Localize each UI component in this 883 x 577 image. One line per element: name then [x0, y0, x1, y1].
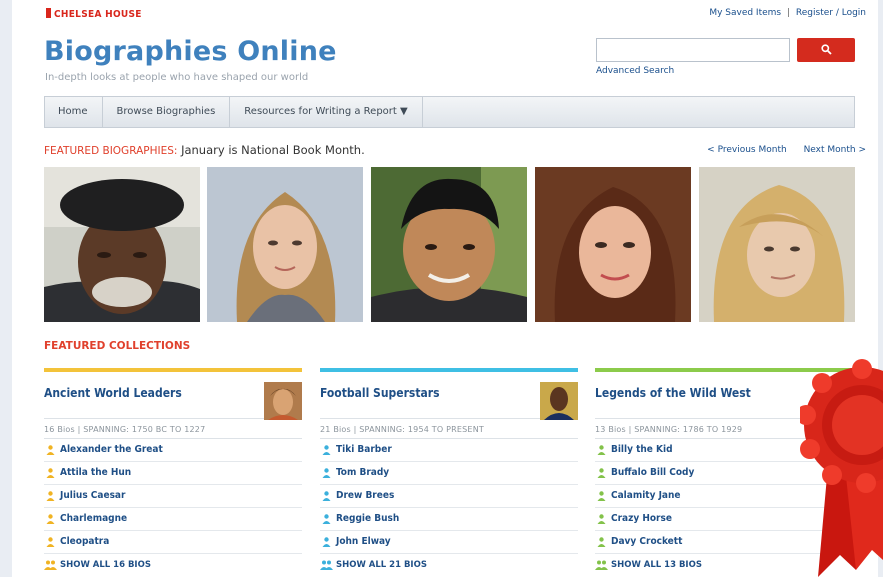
show-all-link[interactable]: SHOW ALL 21 BIOS — [320, 554, 578, 576]
page: CHELSEA HOUSE My Saved Items | Register … — [12, 0, 878, 577]
person-icon — [597, 514, 606, 524]
nav-resources-dropdown[interactable]: Resources for Writing a Report ▼ — [230, 97, 423, 127]
featured-photo-1[interactable] — [44, 167, 200, 322]
publisher-name: CHELSEA HOUSE — [54, 9, 142, 20]
collection-title[interactable]: Legends of the Wild West — [595, 386, 751, 400]
people-icon — [44, 560, 57, 570]
person-icon — [597, 445, 606, 455]
featured-photo-3[interactable] — [371, 167, 527, 322]
featured-photo-4[interactable] — [535, 167, 691, 322]
show-all-label: SHOW ALL 16 BIOS — [60, 560, 151, 570]
portrait-image — [535, 167, 691, 322]
list-item[interactable]: Alexander the Great — [44, 439, 302, 462]
list-item-label: John Elway — [336, 536, 391, 547]
person-icon — [322, 537, 331, 547]
list-item-label: Reggie Bush — [336, 513, 400, 524]
featured-title: January is National Book Month. — [181, 143, 365, 157]
portrait-image — [44, 167, 200, 322]
featured-label: FEATURED BIOGRAPHIES: — [44, 145, 178, 157]
collection-thumbnail[interactable] — [540, 382, 578, 420]
list-item[interactable]: Charlemagne — [44, 508, 302, 531]
list-item-label: Tom Brady — [336, 467, 390, 478]
people-icon — [595, 560, 608, 570]
list-item-label: Attila the Hun — [60, 467, 132, 478]
person-icon — [46, 537, 55, 547]
person-icon — [597, 491, 606, 501]
featured-photo-5[interactable] — [699, 167, 855, 322]
award-ribbon-icon — [800, 359, 883, 577]
list-item-label: Cleopatra — [60, 536, 110, 547]
top-links: My Saved Items | Register / Login — [709, 8, 866, 18]
collection-thumbnail-image — [540, 382, 578, 420]
main-nav: Home Browse Biographies Resources for Wr… — [44, 96, 855, 128]
list-item[interactable]: Attila the Hun — [44, 462, 302, 485]
site-subtitle: In-depth looks at people who have shaped… — [45, 72, 309, 83]
person-icon — [46, 514, 55, 524]
person-icon — [322, 468, 331, 478]
register-login-link[interactable]: Register / Login — [796, 8, 866, 18]
next-month-link[interactable]: Next Month > — [804, 145, 866, 155]
list-item-label: Crazy Horse — [611, 513, 672, 524]
list-item-label: Charlemagne — [60, 513, 128, 524]
person-icon — [322, 514, 331, 524]
list-item-label: Buffalo Bill Cody — [611, 467, 695, 478]
collection-title[interactable]: Ancient World Leaders — [44, 386, 182, 400]
saved-items-link[interactable]: My Saved Items — [709, 8, 781, 18]
portrait-image — [207, 167, 363, 322]
list-item-label: Drew Brees — [336, 490, 395, 501]
collection-meta: 16 Bios | SPANNING: 1750 BC TO 1227 — [44, 419, 302, 439]
featured-collections-heading: FEATURED COLLECTIONS — [44, 340, 191, 352]
search-input[interactable] — [596, 38, 790, 62]
show-all-label: SHOW ALL 13 BIOS — [611, 560, 702, 570]
list-item-label: Davy Crockett — [611, 536, 683, 547]
collection-football-superstars: Football Superstars 21 Bios | SPANNING: … — [320, 368, 578, 576]
show-all-label: SHOW ALL 21 BIOS — [336, 560, 427, 570]
featured-photo-2[interactable] — [207, 167, 363, 322]
collection-thumbnail[interactable] — [264, 382, 302, 420]
collection-ancient-world-leaders: Ancient World Leaders 16 Bios | SPANNING… — [44, 368, 302, 576]
person-icon — [322, 445, 331, 455]
portrait-image — [699, 167, 855, 322]
advanced-search-link[interactable]: Advanced Search — [596, 66, 674, 76]
people-icon — [320, 560, 333, 570]
featured-photos — [44, 167, 855, 322]
nav-browse-biographies[interactable]: Browse Biographies — [103, 97, 231, 127]
search-button[interactable] — [797, 38, 855, 62]
list-item[interactable]: Tiki Barber — [320, 439, 578, 462]
month-nav: < Previous Month Next Month > — [693, 145, 866, 155]
list-item-label: Tiki Barber — [336, 444, 392, 455]
nav-home[interactable]: Home — [45, 97, 103, 127]
publisher-logo[interactable]: CHELSEA HOUSE — [46, 8, 142, 20]
list-item[interactable]: Reggie Bush — [320, 508, 578, 531]
portrait-image — [371, 167, 527, 322]
list-item[interactable]: John Elway — [320, 531, 578, 554]
collection-meta: 21 Bios | SPANNING: 1954 TO PRESENT — [320, 419, 578, 439]
collection-title-row: Football Superstars — [320, 372, 578, 420]
list-item[interactable]: Julius Caesar — [44, 485, 302, 508]
search-icon — [821, 44, 832, 55]
list-item-label: Billy the Kid — [611, 444, 673, 455]
person-icon — [46, 445, 55, 455]
person-icon — [597, 468, 606, 478]
list-item[interactable]: Drew Brees — [320, 485, 578, 508]
collection-thumbnail-image — [264, 382, 302, 420]
person-icon — [46, 468, 55, 478]
previous-month-link[interactable]: < Previous Month — [707, 145, 787, 155]
list-item[interactable]: Tom Brady — [320, 462, 578, 485]
list-item-label: Alexander the Great — [60, 444, 163, 455]
collection-title[interactable]: Football Superstars — [320, 386, 440, 400]
list-item-label: Calamity Jane — [611, 490, 681, 501]
list-item[interactable]: Cleopatra — [44, 531, 302, 554]
list-item-label: Julius Caesar — [60, 490, 126, 501]
featured-heading: FEATURED BIOGRAPHIES: January is Nationa… — [44, 143, 365, 157]
publisher-logo-mark — [46, 8, 51, 18]
collection-title-row: Ancient World Leaders — [44, 372, 302, 420]
person-icon — [597, 537, 606, 547]
person-icon — [46, 491, 55, 501]
site-title[interactable]: Biographies Online — [44, 36, 337, 67]
top-links-separator: | — [786, 8, 791, 18]
show-all-link[interactable]: SHOW ALL 16 BIOS — [44, 554, 302, 576]
person-icon — [322, 491, 331, 501]
